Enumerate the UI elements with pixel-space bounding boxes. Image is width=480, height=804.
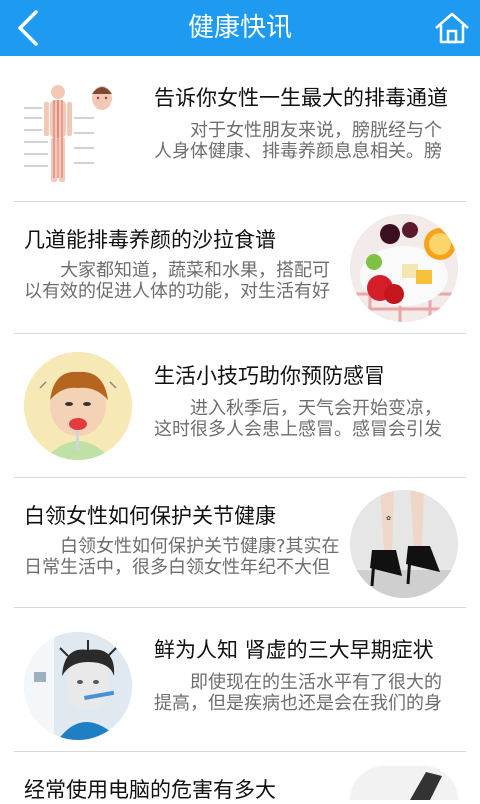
- list-item[interactable]: 经常使用电脑的危害有多大: [0, 752, 480, 802]
- article-title: 告诉你女性一生最大的排毒通道: [154, 86, 448, 110]
- list-item[interactable]: 鲜为人知 肾虚的三大早期症状 即使现在的生活水平有了很大的 提高，但是疾病也还是…: [0, 608, 480, 752]
- article-thumbnail: ✿: [350, 490, 458, 598]
- article-summary: 大家都知道，蔬菜和水果，搭配可 以有效的促进人体的功能，对生活有好: [24, 260, 342, 302]
- salad-image: [350, 214, 458, 322]
- article-summary-line: 人身体健康、排毒养颜息息相关。膀: [154, 141, 442, 162]
- article-summary-line: 以有效的促进人体的功能，对生活有好: [24, 281, 330, 302]
- article-thumbnail: [350, 766, 458, 800]
- article-title: 生活小技巧助你预防感冒: [154, 364, 385, 388]
- back-button[interactable]: [8, 6, 52, 50]
- article-summary-line: 大家都知道，蔬菜和水果，搭配可: [60, 260, 330, 281]
- article-summary-line: 白领女性如何保护关节健康?其实在: [60, 536, 340, 557]
- chevron-left-icon: [18, 10, 38, 46]
- article-summary: 进入秋季后，天气会开始变凉， 这时很多人会患上感冒。感冒会引发: [154, 398, 454, 440]
- article-thumbnail: [350, 214, 458, 322]
- list-item[interactable]: 白领女性如何保护关节健康 白领女性如何保护关节健康?其实在 日常生活中，很多白领…: [0, 478, 480, 608]
- article-summary-line: 对于女性朋友来说，膀胱经与个: [190, 120, 442, 141]
- article-summary: 即使现在的生活水平有了很大的 提高，但是疾病也还是会在我们的身: [154, 672, 454, 714]
- high-heels-image: ✿: [350, 490, 458, 598]
- cold-boy-image: [24, 352, 132, 460]
- article-summary-line: 提高，但是疾病也还是会在我们的身: [154, 693, 442, 714]
- computer-image: [350, 766, 458, 800]
- article-summary: 白领女性如何保护关节健康?其实在 日常生活中，很多白领女性年纪不大但: [24, 536, 348, 578]
- home-button[interactable]: [432, 8, 472, 48]
- list-item[interactable]: 告诉你女性一生最大的排毒通道 对于女性朋友来说，膀胱经与个 人身体健康、排毒养颜…: [0, 56, 480, 202]
- article-title: 白领女性如何保护关节健康: [24, 504, 276, 528]
- tired-man-image: [24, 632, 132, 740]
- article-summary: 对于女性朋友来说，膀胱经与个 人身体健康、排毒养颜息息相关。膀: [154, 120, 454, 162]
- article-title: 鲜为人知 肾虚的三大早期症状: [154, 638, 434, 662]
- article-summary-line: 日常生活中，很多白领女性年纪不大但: [24, 557, 330, 578]
- app-header: 健康快讯: [0, 0, 480, 56]
- list-item[interactable]: 几道能排毒养颜的沙拉食谱 大家都知道，蔬菜和水果，搭配可 以有效的促进人体的功能…: [0, 202, 480, 334]
- article-title: 几道能排毒养颜的沙拉食谱: [24, 228, 276, 252]
- home-icon: [435, 12, 469, 44]
- page-title: 健康快讯: [187, 13, 292, 43]
- article-thumbnail: [24, 632, 132, 740]
- article-summary-line: 即使现在的生活水平有了很大的: [190, 672, 442, 693]
- article-thumbnail: [20, 78, 132, 190]
- list-item[interactable]: 生活小技巧助你预防感冒 进入秋季后，天气会开始变凉， 这时很多人会患上感冒。感冒…: [0, 334, 480, 478]
- acupoint-chart-image: [20, 78, 132, 190]
- svg-text:✿: ✿: [386, 515, 391, 522]
- article-summary-line: 进入秋季后，天气会开始变凉，: [190, 398, 442, 419]
- article-summary-line: 这时很多人会患上感冒。感冒会引发: [154, 419, 442, 440]
- article-thumbnail: [24, 352, 132, 460]
